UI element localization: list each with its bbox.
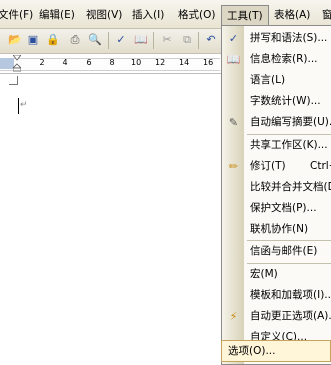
research-icon[interactable]: 📖: [134, 33, 148, 47]
menu-item-spelling-grammar[interactable]: ✓ 拼写和语法(S)...: [222, 28, 331, 49]
ruler-tick: 8: [109, 58, 115, 67]
toolbar-separator: [198, 32, 199, 49]
menu-view[interactable]: 视图(V): [86, 7, 122, 23]
menu-item-label: 模板和加载项(I)...: [250, 289, 331, 301]
permission-icon[interactable]: 🔒: [46, 33, 60, 47]
menu-item-label: 语言(L): [250, 74, 286, 86]
menu-tools[interactable]: 工具(T): [221, 5, 269, 26]
menu-item-label: 选项(O)...: [228, 345, 276, 357]
indent-marker-icon[interactable]: [13, 55, 21, 72]
menu-file[interactable]: 文件(F): [0, 7, 33, 23]
menu-item-label: 信函与邮件(E): [250, 245, 318, 257]
menu-item-label: 宏(M): [250, 268, 278, 280]
menu-item-label: 联机协作(N): [250, 223, 309, 235]
toolbar-separator: [108, 32, 109, 49]
margin-corner-mark: [9, 84, 18, 85]
track-changes-icon: ✏: [228, 160, 239, 173]
spelling-icon: ✓: [228, 32, 239, 45]
paragraph-mark: ↵: [20, 100, 28, 110]
menu-item-protect-document[interactable]: 保护文档(P)...: [222, 198, 331, 219]
ruler-tick: 4: [62, 58, 68, 67]
ruler-tick: 2: [39, 58, 45, 67]
ruler-tick: 12: [155, 58, 166, 67]
ruler-tick: 16: [203, 58, 214, 67]
document-area[interactable]: [0, 74, 220, 365]
print-icon[interactable]: ⎙: [68, 33, 82, 47]
copy-icon[interactable]: ⧉: [180, 33, 194, 47]
research-icon: 📖: [226, 53, 241, 66]
menu-item-label: 信息检索(R)...: [250, 53, 318, 65]
ruler-tick: 6: [86, 58, 92, 67]
print-preview-icon[interactable]: 🔍: [88, 33, 102, 47]
menu-item-label: 保护文档(P)...: [250, 202, 317, 214]
menu-item-letters-mailings[interactable]: 信函与邮件(E): [222, 241, 331, 262]
menu-item-compare-merge[interactable]: 比较并合并文档(D): [222, 177, 331, 198]
menu-item-autocorrect-options[interactable]: ⚡ 自动更正选项(A)...: [222, 306, 331, 327]
open-folder-icon[interactable]: 📂: [8, 33, 22, 47]
menu-item-label: 拼写和语法(S)...: [250, 32, 328, 44]
menu-item-label: 自动编写摘要(U)...: [250, 116, 331, 128]
text-cursor: [18, 98, 19, 114]
menu-item-autosummarize[interactable]: ✎ 自动编写摘要(U)...: [222, 112, 331, 133]
menu-item-shortcut: Ctrl+: [310, 160, 331, 172]
undo-icon[interactable]: ↶: [204, 33, 218, 47]
menu-table[interactable]: 表格(A): [274, 7, 310, 23]
menu-item-track-changes[interactable]: ✏ 修订(T) Ctrl+: [222, 156, 331, 177]
menu-item-label: 修订(T): [250, 160, 286, 172]
save-icon[interactable]: ▣: [26, 33, 40, 47]
menu-item-label: 比较并合并文档(D): [250, 181, 331, 193]
menu-item-label: 自动更正选项(A)...: [250, 310, 331, 322]
ruler-tick: 14: [179, 58, 190, 67]
menu-edit[interactable]: 编辑(E): [39, 7, 75, 23]
menu-item-language[interactable]: 语言(L): [222, 70, 331, 91]
ruler-left-margin: [0, 58, 14, 69]
spelling-icon[interactable]: ✓: [114, 33, 128, 47]
menu-item-templates-addins[interactable]: 模板和加载项(I)...: [222, 285, 331, 306]
menu-insert[interactable]: 插入(I): [132, 7, 164, 23]
menu-item-shared-workspace[interactable]: 共享工作区(K)...: [222, 135, 331, 156]
menu-format[interactable]: 格式(O): [178, 7, 215, 23]
ruler-tick: 10: [131, 58, 142, 67]
tools-menu-dropdown: ✓ 拼写和语法(S)... 📖 信息检索(R)... A 语言(L) 字数统计(…: [221, 25, 331, 365]
cut-icon[interactable]: ✂: [160, 33, 174, 47]
menu-item-online-collaboration[interactable]: 联机协作(N): [222, 219, 331, 240]
highlighted-menu-item-options[interactable]: 选项(O)...: [221, 340, 331, 362]
menu-item-word-count[interactable]: 字数统计(W)...: [222, 91, 331, 112]
menu-item-label: 共享工作区(K)...: [250, 139, 328, 151]
autosummarize-icon: ✎: [228, 116, 239, 129]
margin-corner-mark: [17, 76, 18, 84]
menu-item-macro[interactable]: 宏(M): [222, 264, 331, 285]
menu-window[interactable]: 窗: [322, 7, 331, 23]
menu-item-research[interactable]: 📖 信息检索(R)... A: [222, 49, 331, 70]
toolbar-separator: [153, 32, 154, 49]
menu-item-label: 字数统计(W)...: [250, 95, 321, 107]
autocorrect-icon: ⚡: [229, 310, 238, 323]
